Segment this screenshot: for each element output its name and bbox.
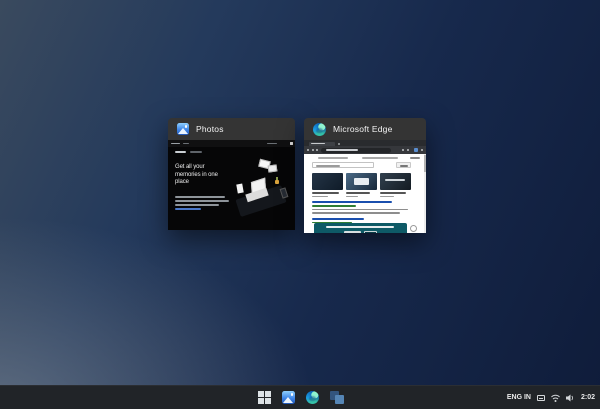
close-icon: [290, 142, 294, 146]
video-caption-placeholder: [346, 192, 370, 194]
video-meta-placeholder: [346, 196, 358, 197]
titlebar-text-placeholder: [183, 143, 189, 145]
new-tab-icon: [338, 143, 340, 145]
search-button: [396, 162, 411, 168]
refresh-icon: [316, 149, 318, 151]
wifi-icon[interactable]: [551, 394, 560, 402]
banner-accept-button: [344, 231, 361, 233]
taskbar: ENG IN 2:02: [0, 385, 600, 409]
edge-card-title: Microsoft Edge: [333, 124, 393, 134]
search-input: [312, 162, 374, 168]
titlebar-buttons-placeholder: [267, 143, 277, 145]
favorites-icon: [402, 149, 404, 151]
edge-card-header[interactable]: Microsoft Edge: [304, 118, 426, 140]
page-scrollbar: [424, 154, 427, 233]
photos-titlebar: [168, 140, 295, 147]
clock[interactable]: 2:02: [581, 394, 595, 401]
photos-app-icon: [177, 123, 189, 135]
task-view-icon[interactable]: [330, 391, 344, 404]
system-tray: ENG IN 2:02: [507, 386, 595, 409]
taskbar-photos-icon[interactable]: [282, 391, 295, 404]
start-pane: [258, 391, 264, 397]
result-title-link: [312, 201, 392, 203]
edge-page-content: [304, 154, 426, 233]
photos-card-title: Photos: [196, 124, 224, 134]
video-result-thumbnail: [312, 173, 343, 190]
sign-in-link-placeholder: [410, 157, 420, 159]
start-button-icon[interactable]: [258, 391, 271, 404]
task-switcher-card-photos[interactable]: Photos Get all your memories in one plac…: [168, 118, 295, 230]
photos-illustration: [229, 158, 291, 224]
start-pane: [265, 398, 271, 404]
start-pane: [258, 398, 264, 404]
edge-window-thumbnail[interactable]: [304, 140, 426, 233]
photos-hero-title: Get all your memories in one place: [175, 164, 229, 187]
illustration-photo: [268, 164, 278, 172]
page-header-links-placeholder: [318, 157, 348, 159]
photos-paragraph-placeholder: [175, 204, 219, 206]
search-button-label-placeholder: [400, 165, 408, 167]
search-query-placeholder: [316, 165, 340, 167]
video-meta-placeholder: [380, 196, 394, 197]
photos-window-thumbnail[interactable]: Get all your memories in one place: [168, 140, 295, 230]
photos-menu-tab-placeholder: [175, 151, 186, 153]
banner-text-placeholder: [326, 226, 394, 228]
video-overlay-card: [354, 178, 369, 185]
desktop: Photos Get all your memories in one plac…: [0, 0, 600, 409]
scrollbar-thumb: [424, 155, 427, 172]
feedback-button: [410, 225, 417, 232]
back-icon: [307, 149, 309, 151]
profile-avatar: [414, 148, 418, 152]
video-caption-placeholder: [380, 192, 406, 194]
banner-dismiss-button: [364, 231, 377, 233]
edge-url-field: [321, 148, 391, 153]
video-result-thumbnail: [380, 173, 411, 190]
illustration-paper: [236, 184, 243, 194]
page-header-links-placeholder: [362, 157, 398, 159]
video-result-thumbnail: [346, 173, 377, 190]
video-overlay-text: [385, 179, 405, 181]
menu-icon: [421, 149, 423, 151]
result-snippet-placeholder: [312, 209, 408, 211]
result-snippet-placeholder: [312, 212, 400, 214]
photos-card-header[interactable]: Photos: [168, 118, 295, 140]
illustration-plant: [275, 180, 279, 184]
task-view-front-square: [335, 395, 344, 404]
edge-address-bar: [304, 146, 426, 154]
edge-app-icon: [313, 123, 326, 136]
start-pane: [265, 391, 271, 397]
volume-icon[interactable]: [566, 394, 575, 402]
edge-promo-banner: [314, 223, 407, 233]
taskbar-center-icons: [258, 386, 344, 409]
photos-paragraph-placeholder: [175, 196, 225, 198]
collections-icon: [407, 149, 409, 151]
result-title-link: [312, 218, 364, 220]
language-indicator[interactable]: ENG IN: [507, 394, 531, 401]
titlebar-text-placeholder: [171, 143, 180, 145]
taskbar-edge-icon[interactable]: [306, 391, 319, 404]
video-meta-placeholder: [312, 196, 328, 197]
photos-paragraph-placeholder: [175, 200, 229, 202]
photos-link-placeholder: [175, 208, 201, 210]
url-text-placeholder: [326, 149, 358, 151]
video-caption-placeholder: [312, 192, 339, 194]
touch-keyboard-icon[interactable]: [537, 395, 545, 401]
photos-menu-tab-placeholder: [190, 151, 202, 153]
result-url: [312, 205, 356, 207]
task-switcher-card-edge[interactable]: Microsoft Edge: [304, 118, 426, 233]
forward-icon: [312, 149, 314, 151]
